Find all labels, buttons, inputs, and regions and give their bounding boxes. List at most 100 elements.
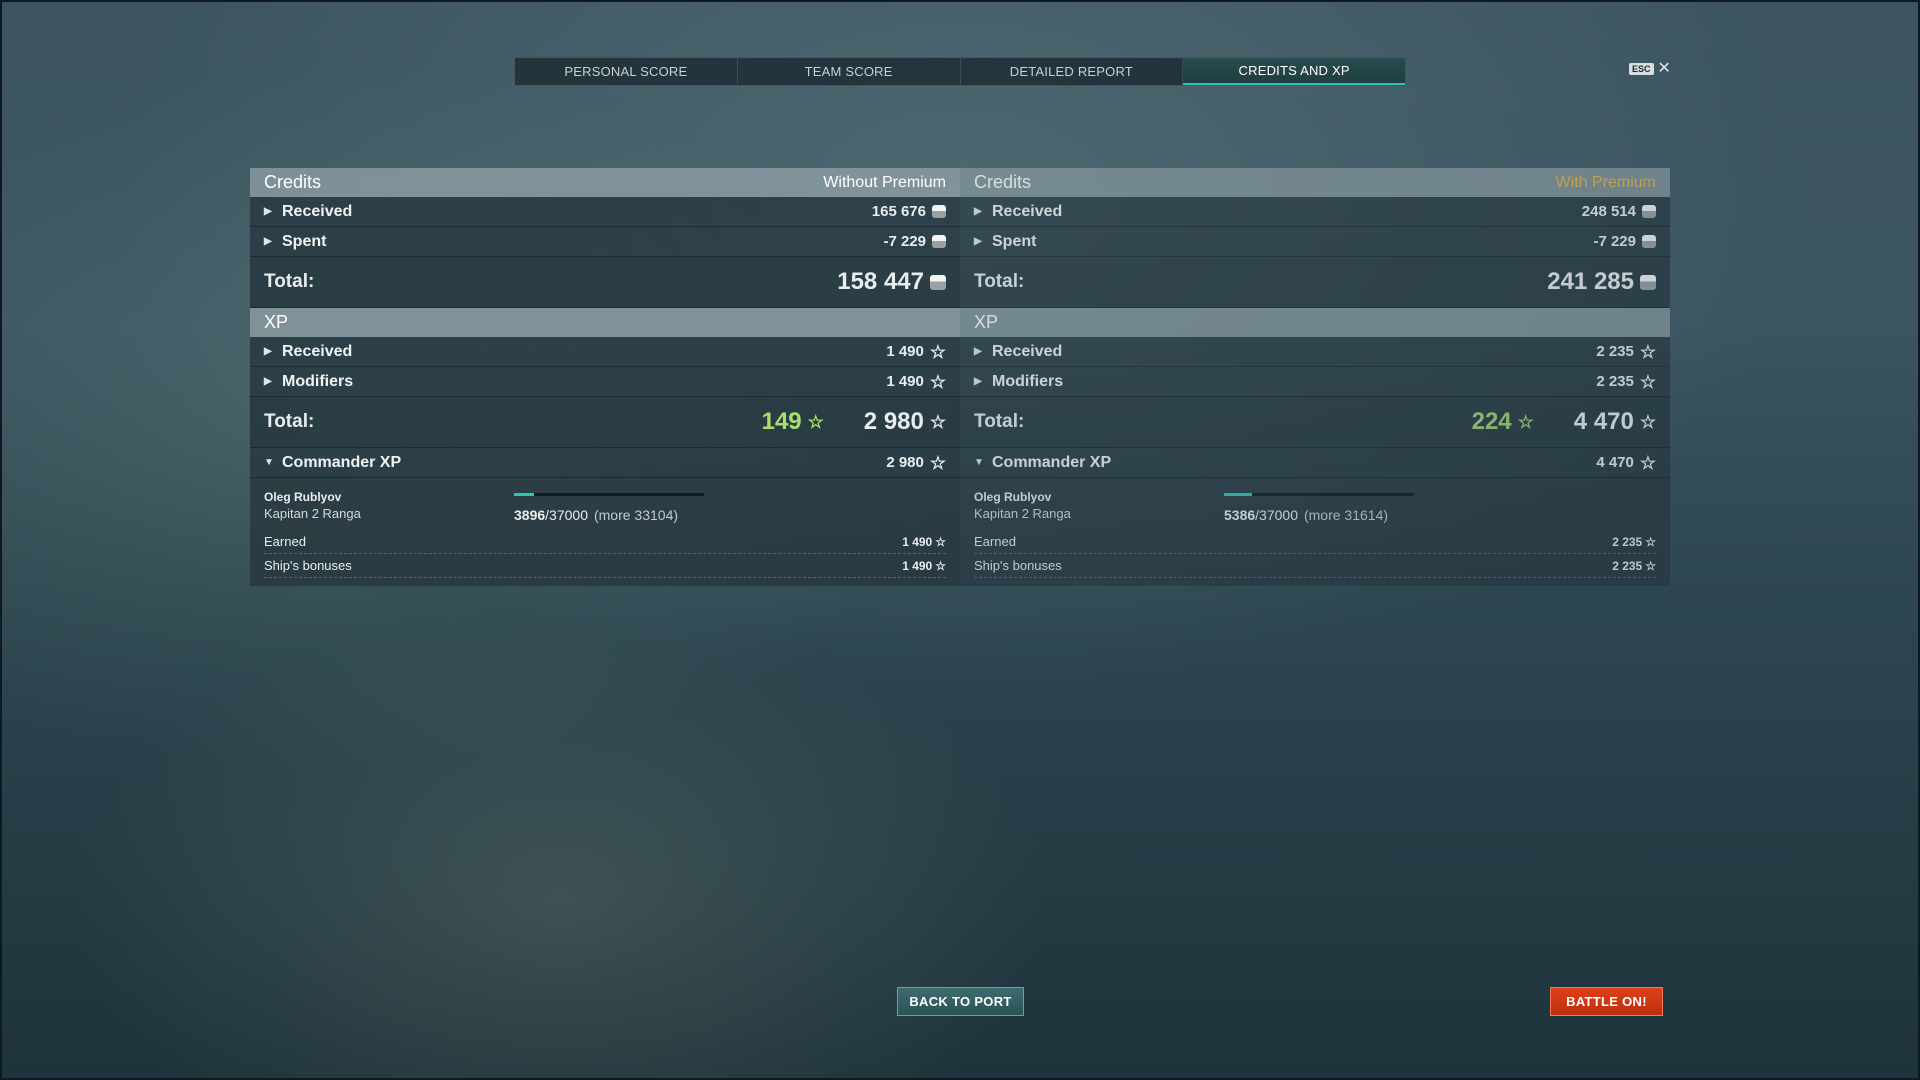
xp-star-icon: ☆ bbox=[929, 371, 946, 392]
commander-xp-value: 2 980 bbox=[886, 454, 924, 471]
ship-bonus-line: Ship's bonuses 2 235 ☆ bbox=[974, 554, 1656, 578]
row-label: Commander XP bbox=[282, 453, 402, 471]
credits-spent-row[interactable]: ▶ Spent -7 229 bbox=[960, 227, 1670, 257]
free-xp-star-icon: ☆ bbox=[1517, 412, 1534, 432]
commander-rank: Kapitan 2 Ranga bbox=[264, 506, 361, 521]
xp-total-row: Total: 224 ☆ 4 470 ☆ bbox=[960, 397, 1670, 448]
row-label: Commander XP bbox=[992, 453, 1112, 471]
xp-modifiers-row[interactable]: ▶ Modifiers 2 235 ☆ bbox=[960, 367, 1670, 397]
premium-label: With Premium bbox=[1555, 173, 1656, 191]
earned-line: Earned 1 490 ☆ bbox=[264, 530, 946, 554]
credits-received-value: 248 514 bbox=[1581, 203, 1636, 220]
xp-header: XP bbox=[960, 308, 1670, 337]
total-label: Total: bbox=[974, 271, 1025, 292]
row-label: Received bbox=[282, 342, 353, 360]
ship-bonus-value: 1 490 bbox=[902, 558, 933, 573]
xp-modifiers-value: 2 235 bbox=[1596, 373, 1634, 390]
xp-title: XP bbox=[974, 312, 999, 332]
ship-bonus-value: 2 235 bbox=[1612, 558, 1643, 573]
credits-coin-icon bbox=[930, 274, 946, 290]
row-label: Modifiers bbox=[282, 372, 354, 390]
xp-star-icon: ☆ bbox=[935, 558, 946, 573]
tab-detailed-report[interactable]: DETAILED REPORT bbox=[961, 58, 1184, 85]
tab-bar: PERSONAL SCORE TEAM SCORE DETAILED REPOR… bbox=[514, 57, 1406, 86]
xp-received-row[interactable]: ▶ Received 1 490 ☆ bbox=[250, 337, 960, 367]
ship-bonus-label: Ship's bonuses bbox=[264, 558, 352, 573]
xp-modifiers-value: 1 490 bbox=[886, 373, 924, 390]
xp-received-row[interactable]: ▶ Received 2 235 ☆ bbox=[960, 337, 1670, 367]
credits-spent-value: -7 229 bbox=[1593, 233, 1636, 250]
ship-bonus-line: Ship's bonuses 1 490 ☆ bbox=[264, 554, 946, 578]
xp-star-icon: ☆ bbox=[1639, 341, 1656, 362]
free-xp-value: 224 bbox=[1471, 408, 1512, 435]
xp-star-icon: ☆ bbox=[929, 341, 946, 362]
progress-max: /37000 bbox=[1255, 507, 1298, 523]
commander-xp-row[interactable]: ▼ Commander XP 4 470 ☆ bbox=[960, 448, 1670, 478]
close-icon[interactable]: ✕ bbox=[1658, 61, 1671, 77]
progress-fill bbox=[514, 493, 534, 496]
row-label: Received bbox=[282, 202, 353, 220]
xp-star-icon: ☆ bbox=[929, 452, 946, 473]
total-label: Total: bbox=[264, 271, 315, 292]
credits-coin-icon bbox=[1642, 235, 1656, 248]
row-label: Received bbox=[992, 202, 1063, 220]
battle-on-button[interactable]: BATTLE ON! bbox=[1550, 987, 1663, 1016]
expand-arrow-icon: ▶ bbox=[974, 236, 982, 247]
expand-arrow-icon: ▶ bbox=[264, 236, 272, 247]
credits-header: Credits With Premium bbox=[960, 168, 1670, 197]
xp-header: XP bbox=[250, 308, 960, 337]
close-button[interactable]: ESC ✕ bbox=[1629, 61, 1671, 77]
credits-header: Credits Without Premium bbox=[250, 168, 960, 197]
free-xp-value: 149 bbox=[761, 408, 802, 435]
credits-total-row: Total: 158 447 bbox=[250, 257, 960, 308]
xp-star-icon: ☆ bbox=[1645, 534, 1656, 549]
commander-name: Oleg Rublyov bbox=[974, 490, 1052, 504]
credits-spent-row[interactable]: ▶ Spent -7 229 bbox=[250, 227, 960, 257]
xp-star-icon: ☆ bbox=[1639, 371, 1656, 392]
credits-coin-icon bbox=[1642, 205, 1656, 218]
xp-modifiers-row[interactable]: ▶ Modifiers 1 490 ☆ bbox=[250, 367, 960, 397]
commander-rank: Kapitan 2 Ranga bbox=[974, 506, 1071, 521]
row-label: Spent bbox=[282, 232, 327, 250]
xp-star-icon: ☆ bbox=[929, 412, 946, 432]
xp-received-value: 1 490 bbox=[886, 343, 924, 360]
credits-total-value: 241 285 bbox=[1547, 268, 1634, 295]
expand-arrow-icon: ▶ bbox=[264, 206, 272, 217]
credits-coin-icon bbox=[932, 205, 946, 218]
progress-more: (more 31614) bbox=[1303, 507, 1389, 523]
premium-label: Without Premium bbox=[823, 173, 946, 191]
row-label: Modifiers bbox=[992, 372, 1064, 390]
credits-total-row: Total: 241 285 bbox=[960, 257, 1670, 308]
earned-value: 1 490 bbox=[902, 534, 933, 549]
xp-total-value: 2 980 bbox=[863, 408, 924, 435]
xp-total-value: 4 470 bbox=[1573, 408, 1634, 435]
credits-received-row[interactable]: ▶ Received 165 676 bbox=[250, 197, 960, 227]
tab-team-score[interactable]: TEAM SCORE bbox=[738, 58, 961, 85]
tab-credits-and-xp[interactable]: CREDITS AND XP bbox=[1183, 58, 1405, 85]
panel-with-premium: Credits With Premium ▶ Received 248 514 ▶… bbox=[960, 168, 1670, 586]
credits-received-value: 165 676 bbox=[871, 203, 926, 220]
expand-arrow-icon: ▶ bbox=[264, 376, 272, 387]
progress-more: (more 33104) bbox=[593, 507, 679, 523]
earned-label: Earned bbox=[974, 534, 1016, 549]
xp-star-icon: ☆ bbox=[1639, 452, 1656, 473]
xp-star-icon: ☆ bbox=[1639, 412, 1656, 432]
progress-current: 3896 bbox=[514, 507, 546, 523]
commander-xp-row[interactable]: ▼ Commander XP 2 980 ☆ bbox=[250, 448, 960, 478]
tab-personal-score[interactable]: PERSONAL SCORE bbox=[515, 58, 738, 85]
commander-progress-bar bbox=[514, 493, 704, 496]
expand-arrow-icon: ▶ bbox=[264, 346, 272, 357]
back-to-port-button[interactable]: BACK TO PORT bbox=[897, 987, 1024, 1016]
credits-spent-value: -7 229 bbox=[883, 233, 926, 250]
collapse-arrow-icon: ▼ bbox=[974, 457, 984, 468]
row-label: Spent bbox=[992, 232, 1037, 250]
expand-arrow-icon: ▶ bbox=[974, 376, 982, 387]
credits-coin-icon bbox=[1640, 274, 1656, 290]
panel-without-premium: Credits Without Premium ▶ Received 165 67… bbox=[250, 168, 960, 586]
credits-received-row[interactable]: ▶ Received 248 514 bbox=[960, 197, 1670, 227]
total-label: Total: bbox=[974, 411, 1025, 432]
commander-progress-text: 5386/37000 (more 31614) bbox=[1224, 507, 1388, 523]
earned-label: Earned bbox=[264, 534, 306, 549]
commander-xp-value: 4 470 bbox=[1596, 454, 1634, 471]
commander-name: Oleg Rublyov bbox=[264, 490, 342, 504]
